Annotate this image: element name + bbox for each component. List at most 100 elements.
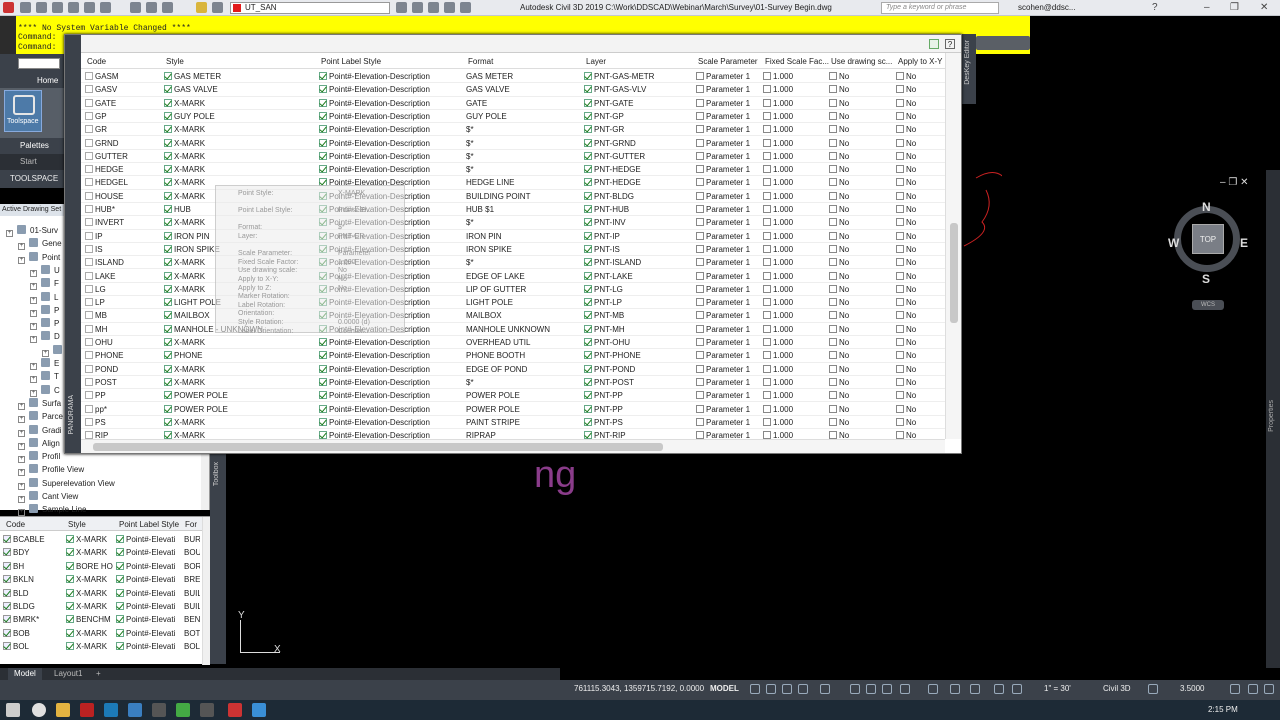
apply-xy-checkbox[interactable] (896, 258, 904, 267)
use-drawing-scale-cell[interactable]: No (829, 176, 893, 189)
row-select-checkbox[interactable] (85, 191, 93, 200)
code-checkbox[interactable] (3, 548, 11, 557)
tree-item[interactable]: + Align (18, 437, 60, 450)
tree-item[interactable]: + L (30, 291, 58, 304)
row-select-checkbox[interactable] (85, 258, 93, 267)
layer-checkbox[interactable] (584, 258, 592, 267)
style-cell[interactable]: PHONE (164, 349, 314, 362)
redo-icon[interactable] (162, 2, 173, 13)
item-view-row[interactable]: BOB X-MARK Point#-Elevati BOT (0, 627, 200, 640)
description-key-row[interactable]: MHMANHOLE - UNKNOWNPoint#-Elevation-Desc… (81, 323, 945, 336)
mini-format-cell[interactable]: BUR (184, 533, 200, 546)
use-drawing-scale-cell[interactable]: No (829, 296, 893, 309)
fixed-scale-cell[interactable]: 1.000 (763, 190, 827, 203)
scale-parameter-cell[interactable]: Parameter 1 (696, 256, 761, 269)
label-style-checkbox[interactable] (116, 548, 124, 557)
scale-param-checkbox[interactable] (696, 231, 704, 240)
viewcube-top-face[interactable]: TOP (1192, 224, 1224, 254)
units-icon[interactable] (950, 684, 960, 694)
code-cell[interactable]: HEDGEL (85, 176, 163, 189)
format-cell[interactable]: GAS METER (466, 70, 581, 83)
fixed-scale-cell[interactable]: 1.000 (763, 323, 827, 336)
apply-xy-checkbox[interactable] (896, 85, 904, 94)
format-cell[interactable]: $* (466, 376, 581, 389)
apply-xy-cell[interactable]: No (896, 256, 944, 269)
description-key-row[interactable]: LGX-MARKPoint#-Elevation-DescriptionLIP … (81, 283, 945, 297)
fixed-scale-cell[interactable]: 1.000 (763, 309, 827, 322)
apply-xy-checkbox[interactable] (896, 151, 904, 160)
scale-parameter-cell[interactable]: Parameter 1 (696, 296, 761, 309)
use-drawing-scale-cell[interactable]: No (829, 323, 893, 336)
use-drawing-scale-cell[interactable]: No (829, 230, 893, 243)
command-line-handle[interactable] (0, 16, 16, 54)
add-icon[interactable] (1148, 684, 1158, 694)
row-select-checkbox[interactable] (85, 338, 93, 346)
grid-vertical-scrollbar[interactable] (945, 53, 961, 439)
scale-param-checkbox[interactable] (696, 218, 704, 227)
fixed-scale-cell[interactable]: 1.000 (763, 83, 827, 96)
apply-xy-checkbox[interactable] (896, 404, 904, 413)
viewport-controls[interactable]: – ❐ ✕ (1220, 177, 1248, 188)
scale-param-checkbox[interactable] (696, 271, 704, 280)
description-key-row[interactable]: PS X-MARK Point#-Elevation-Description PAIN… (81, 416, 945, 430)
grid-header-cell[interactable]: Use drawing sc... (831, 57, 892, 66)
mini-format-cell[interactable]: BRE (184, 573, 200, 586)
scale-parameter-cell[interactable]: Parameter 1 (696, 150, 761, 163)
code-cell[interactable]: LP (85, 296, 163, 309)
scale-parameter-cell[interactable]: Parameter 1 (696, 389, 761, 402)
layer-cell[interactable]: PNT-PHONE (584, 349, 694, 362)
apply-xy-checkbox[interactable] (896, 417, 904, 426)
layer-checkbox[interactable] (584, 377, 592, 386)
expand-icon[interactable]: + (18, 442, 25, 450)
mini-label-style-cell[interactable]: Point#-Elevati (116, 587, 182, 600)
description-key-row[interactable]: ISLANDX-MARKPoint#-Elevation-Description… (81, 256, 945, 270)
item-view-row[interactable]: BMRK* BENCHM Point#-Elevati BEN (0, 613, 200, 626)
apply-xy-cell[interactable]: No (896, 323, 944, 336)
layer-cell[interactable]: PNT-PP (584, 389, 694, 402)
row-select-checkbox[interactable] (85, 417, 93, 426)
compass-west[interactable]: W (1168, 236, 1179, 250)
grid-header-cell[interactable]: Code (87, 57, 106, 66)
scale-parameter-cell[interactable]: Parameter 1 (696, 429, 761, 439)
row-select-checkbox[interactable] (85, 125, 93, 134)
row-select-checkbox[interactable] (85, 165, 93, 174)
label-style-cell[interactable]: Point#-Elevation-Description (319, 70, 464, 83)
apply-xy-cell[interactable]: No (896, 97, 944, 110)
row-select-checkbox[interactable] (85, 271, 93, 280)
apply-xy-checkbox[interactable] (896, 284, 904, 293)
style-checkbox[interactable] (164, 244, 172, 253)
format-cell[interactable]: GUY POLE (466, 110, 581, 123)
scale-param-checkbox[interactable] (696, 311, 704, 320)
row-select-checkbox[interactable] (85, 364, 93, 373)
hardware-accel-icon[interactable] (1248, 684, 1258, 694)
format-cell[interactable]: BUILDING POINT (466, 190, 581, 203)
layer-checkbox[interactable] (584, 311, 592, 320)
scale-param-checkbox[interactable] (696, 85, 704, 94)
mini-format-cell[interactable]: BEN (184, 613, 200, 626)
layer-checkbox[interactable] (584, 284, 592, 293)
description-key-row[interactable]: POND X-MARK Point#-Elevation-Description ED… (81, 363, 945, 376)
tree-item[interactable]: + T (30, 370, 59, 384)
fixed-scale-checkbox[interactable] (763, 85, 771, 94)
wcs-menu[interactable]: WCS (1192, 300, 1224, 310)
app-icon-4[interactable] (200, 703, 214, 717)
layer-cell[interactable]: PNT-GAS-METR (584, 70, 694, 83)
style-checkbox[interactable] (164, 111, 172, 120)
layer-cell[interactable]: PNT-LG (584, 283, 694, 296)
style-checkbox[interactable] (164, 218, 172, 227)
expand-icon[interactable]: + (30, 283, 37, 291)
scale-param-checkbox[interactable] (696, 165, 704, 174)
style-checkbox[interactable] (66, 628, 74, 637)
scale-parameter-cell[interactable]: Parameter 1 (696, 243, 761, 256)
style-checkbox[interactable] (164, 364, 172, 373)
format-cell[interactable]: RIPRAP (466, 429, 581, 439)
expand-icon[interactable]: + (18, 429, 25, 437)
label-style-cell[interactable]: Point#-Elevation-Description (319, 416, 464, 429)
code-cell[interactable]: GASV (85, 83, 163, 96)
annotation-monitor-icon[interactable] (928, 684, 938, 694)
row-select-checkbox[interactable] (85, 431, 93, 439)
apply-xy-cell[interactable]: No (896, 243, 944, 256)
fixed-scale-cell[interactable]: 1.000 (763, 389, 827, 402)
workspace-switch[interactable]: Civil 3D (1103, 684, 1131, 693)
row-select-checkbox[interactable] (85, 178, 93, 187)
